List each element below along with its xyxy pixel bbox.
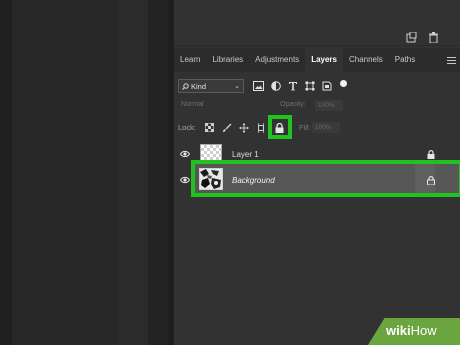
tab-libraries[interactable]: Libraries: [206, 48, 249, 72]
lock-image-pixels-icon[interactable]: [221, 122, 232, 133]
blend-row: Normal Opacity: 100%: [181, 100, 451, 113]
background-layer-highlight: [191, 160, 460, 197]
search-icon: [182, 82, 189, 90]
canvas-shade-strip: [118, 0, 148, 345]
lock-icon: [427, 150, 435, 159]
filter-smart-object-icon[interactable]: [321, 81, 332, 92]
opacity-label: Opacity:: [280, 101, 306, 108]
filter-type-layer-icon[interactable]: [287, 81, 298, 92]
lock-transparent-pixels-icon[interactable]: [204, 122, 215, 133]
trash-icon[interactable]: [428, 32, 439, 43]
fill-label: Fill:: [299, 123, 311, 132]
lock-position-icon[interactable]: [238, 122, 249, 133]
layers-panel: Learn Libraries Adjustments Layers Chann…: [174, 0, 460, 345]
panel-tabs: Learn Libraries Adjustments Layers Chann…: [174, 48, 460, 72]
watermark-logo: wikiHow: [386, 323, 437, 338]
fill-input[interactable]: 100%: [312, 122, 340, 133]
canvas-shade-strip-dark: [148, 0, 168, 345]
panel-top-bar: [174, 0, 460, 46]
chevron-down-icon: ⌄: [234, 83, 240, 90]
lock-row: Lock: Fill: 100%: [178, 115, 448, 139]
eye-icon[interactable]: [180, 176, 190, 184]
new-document-icon[interactable]: [406, 32, 417, 43]
panel-menu-icon[interactable]: [447, 55, 456, 65]
wikihow-watermark: wikiHow: [368, 318, 460, 345]
tab-learn[interactable]: Learn: [174, 48, 206, 72]
tab-paths[interactable]: Paths: [389, 48, 421, 72]
tab-layers[interactable]: Layers: [305, 48, 343, 72]
canvas-edge-strip: [0, 0, 12, 345]
blend-mode-select[interactable]: Normal: [181, 101, 204, 108]
layer-name: Layer 1: [232, 150, 259, 159]
tab-channels[interactable]: Channels: [343, 48, 389, 72]
filter-kind-select[interactable]: Kind ⌄: [178, 79, 244, 93]
filter-shape-layer-icon[interactable]: [304, 81, 315, 92]
lock-all-icon[interactable]: [274, 122, 285, 133]
filter-adjustment-layer-icon[interactable]: [270, 81, 281, 92]
filter-kind-label: Kind: [191, 81, 207, 91]
lock-label: Lock:: [178, 123, 196, 132]
opacity-input[interactable]: 100%: [315, 100, 343, 111]
layer-filter-row: Kind ⌄: [178, 78, 347, 94]
tab-adjustments[interactable]: Adjustments: [249, 48, 305, 72]
filter-toggle[interactable]: [340, 79, 347, 87]
eye-icon[interactable]: [180, 150, 190, 158]
lock-artboard-icon[interactable]: [255, 122, 266, 133]
filter-pixel-layer-icon[interactable]: [253, 81, 264, 92]
